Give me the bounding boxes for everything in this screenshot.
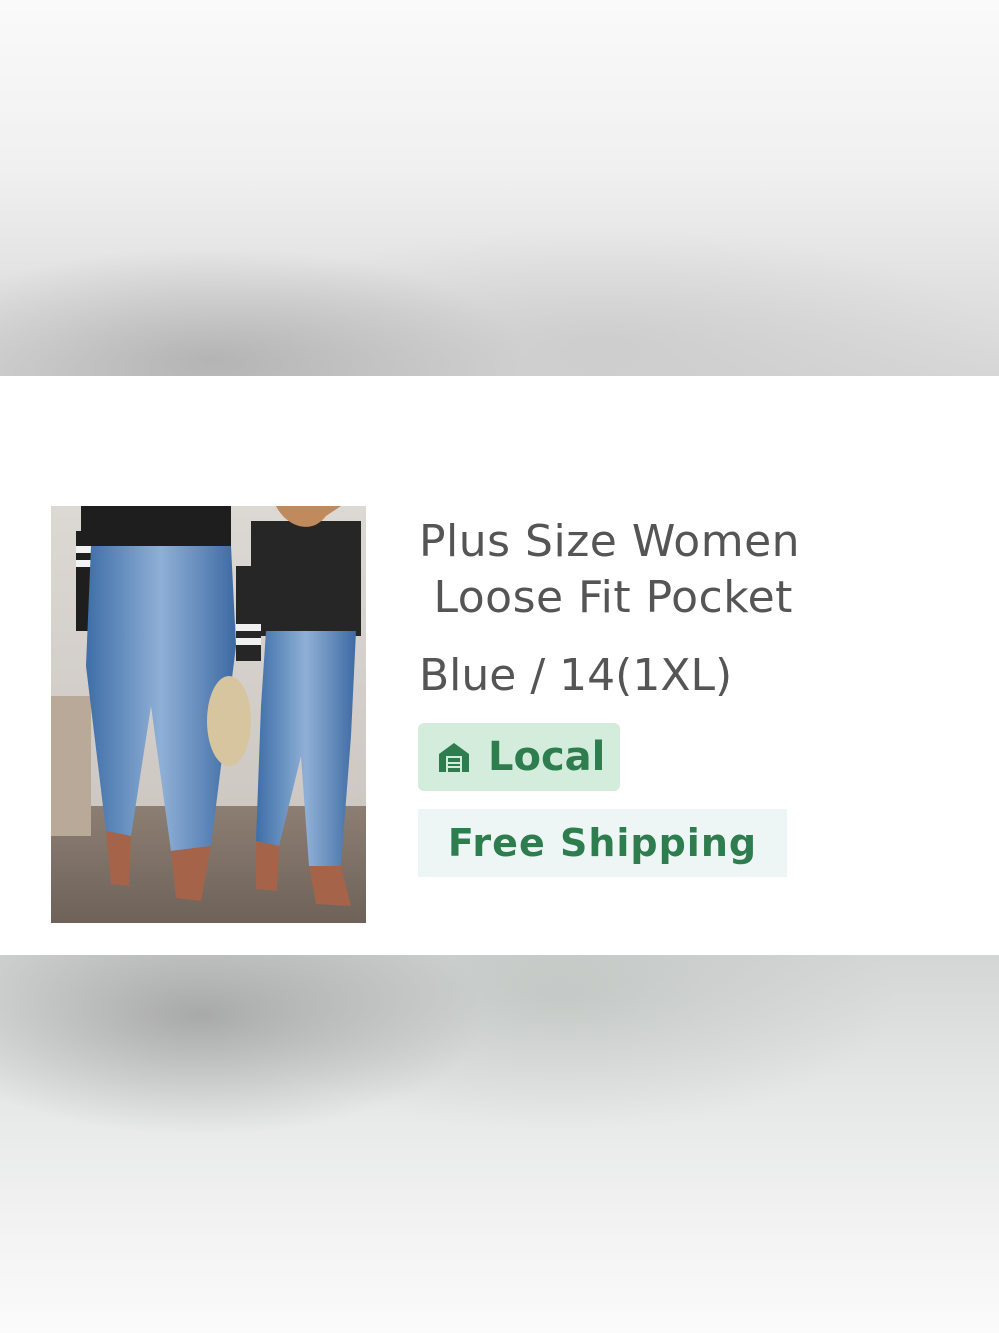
product-image[interactable] [51, 506, 366, 923]
blurred-background-top [0, 0, 999, 376]
product-title-line-2: Loose Fit Pocket [419, 572, 793, 623]
product-variant: Blue / 14(1XL) [419, 650, 733, 701]
product-title-line-1: Plus Size Women [419, 516, 801, 567]
local-badge-label: Local [488, 734, 606, 780]
local-badge: Local [418, 723, 620, 791]
product-title[interactable]: Plus Size Women Loose Fit Pocket [419, 514, 889, 626]
jeans-photo-illustration [51, 506, 366, 923]
free-shipping-label: Free Shipping [447, 821, 758, 865]
product-card[interactable]: Plus Size Women Loose Fit Pocket Blue / … [0, 376, 999, 955]
blurred-background-bottom [0, 955, 999, 1333]
store-icon [434, 737, 474, 777]
free-shipping-badge: Free Shipping [418, 809, 787, 877]
